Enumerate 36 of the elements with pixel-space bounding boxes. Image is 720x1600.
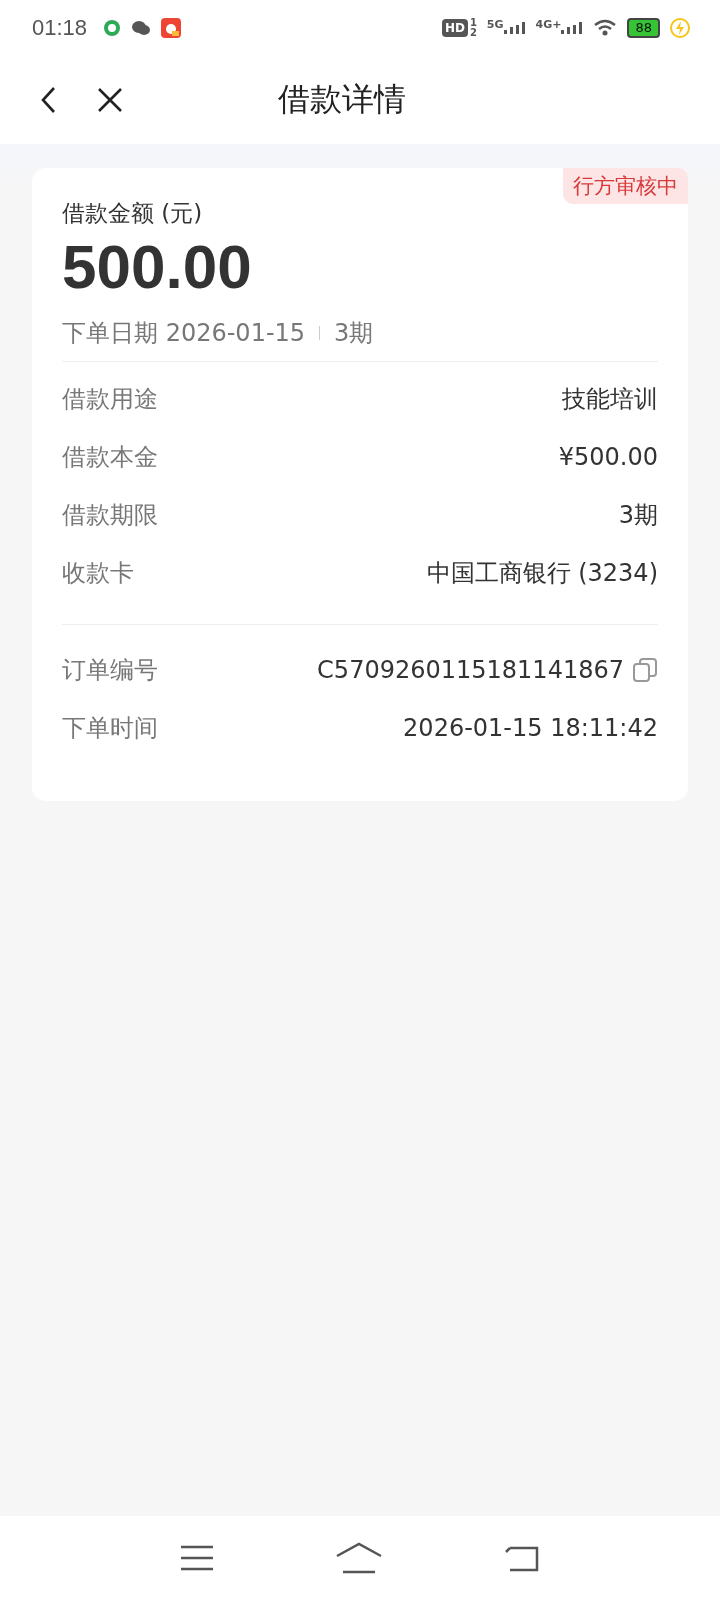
row-label: 借款期限: [62, 500, 158, 532]
wifi-icon: [593, 19, 618, 37]
back-nav-icon[interactable]: [503, 1544, 540, 1572]
close-icon[interactable]: [96, 86, 124, 114]
menu-icon[interactable]: [180, 1545, 215, 1571]
sim-slot: 2: [469, 28, 477, 38]
signal-icon: [503, 22, 526, 34]
row-value: 2026-01-15 18:11:42: [403, 714, 658, 743]
row-label: 下单时间: [62, 713, 158, 745]
row-value: 技能培训: [562, 384, 658, 416]
status-time: 01:18: [32, 15, 88, 41]
sim-slot: 1: [469, 18, 477, 28]
amount-value: 500.00: [62, 233, 253, 302]
row-value: 中国工商银行 (3234): [426, 558, 658, 590]
copy-icon[interactable]: [632, 657, 658, 684]
signal-icon: [561, 22, 584, 34]
order-date: 下单日期 2026-01-15: [62, 318, 306, 350]
app-icon: [103, 19, 122, 37]
app-icon: [161, 18, 182, 38]
home-icon[interactable]: [335, 1542, 383, 1574]
row-label: 借款用途: [62, 384, 158, 416]
network-label: 5G: [486, 18, 504, 31]
row-value: 3期: [618, 500, 658, 532]
row-label: 订单编号: [62, 655, 158, 687]
period-count: 3期: [334, 318, 374, 350]
network-label: 4G+: [535, 18, 562, 31]
page-title: 借款详情: [278, 79, 406, 120]
battery-icon: 88: [627, 18, 660, 38]
chat-icon: [131, 19, 152, 37]
status-badge: 行方审核中: [563, 168, 688, 204]
row-label: 收款卡: [62, 558, 134, 590]
row-value: C5709260115181141867: [317, 656, 624, 685]
amount-label: 借款金额 (元): [62, 199, 204, 228]
row-label: 借款本金: [62, 442, 158, 474]
row-value: ¥500.00: [558, 443, 658, 472]
hd-badge: HD: [441, 19, 468, 37]
